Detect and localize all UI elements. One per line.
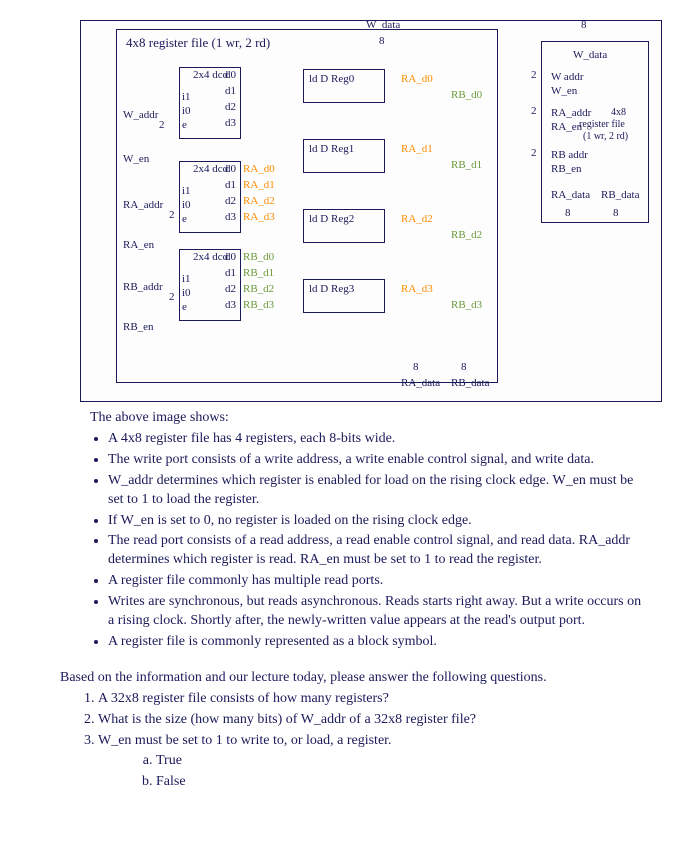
bullet-item: Writes are synchronous, but reads asynch… <box>108 593 648 631</box>
intro-text: The above image shows: <box>90 410 648 426</box>
q3-option-false: False <box>156 773 648 792</box>
bullet-item: If W_en is set to 0, no register is load… <box>108 512 648 531</box>
question-1: A 32x8 register file consists of how man… <box>98 690 648 709</box>
question-2: What is the size (how many bits) of W_ad… <box>98 711 648 730</box>
port-wen: W_en <box>123 153 149 165</box>
port-waddr: W_addr <box>123 109 158 121</box>
register-file-diagram: 4x8 register file (1 wr, 2 rd) W_data 8 … <box>80 20 660 400</box>
question-3: W_en must be set to 1 to write to, or lo… <box>98 732 648 793</box>
block-wdata: W_data <box>573 49 607 61</box>
bullet-item: A register file commonly has multiple re… <box>108 572 648 591</box>
bullet-list: A 4x8 register file has 4 registers, eac… <box>90 430 648 652</box>
bullet-item: The write port consists of a write addre… <box>108 451 648 470</box>
q3-option-true: True <box>156 752 648 771</box>
block-radata: RA_data <box>551 189 590 201</box>
wdata-label: W_data <box>366 19 400 31</box>
diagram-title: 4x8 register file (1 wr, 2 rd) <box>126 35 270 51</box>
rb-data-out: RB_data <box>451 377 490 389</box>
ra-data-out: RA_data <box>401 377 440 389</box>
port-rbaddr: RB_addr <box>123 281 163 293</box>
bullet-item: W_addr determines which register is enab… <box>108 472 648 510</box>
port-raaddr: RA_addr <box>123 199 163 211</box>
bus-8-top: 8 <box>379 35 385 47</box>
bullet-item: A 4x8 register file has 4 registers, eac… <box>108 430 648 449</box>
questions-intro: Based on the information and our lecture… <box>60 670 648 686</box>
q3-options: True False <box>138 752 648 792</box>
port-raen: RA_en <box>123 239 154 251</box>
bullet-item: A register file is commonly represented … <box>108 633 648 652</box>
block-rbdata: RB_data <box>601 189 640 201</box>
bullet-item: The read port consists of a read address… <box>108 532 648 570</box>
port-rben: RB_en <box>123 321 154 333</box>
question-list: A 32x8 register file consists of how man… <box>80 690 648 792</box>
